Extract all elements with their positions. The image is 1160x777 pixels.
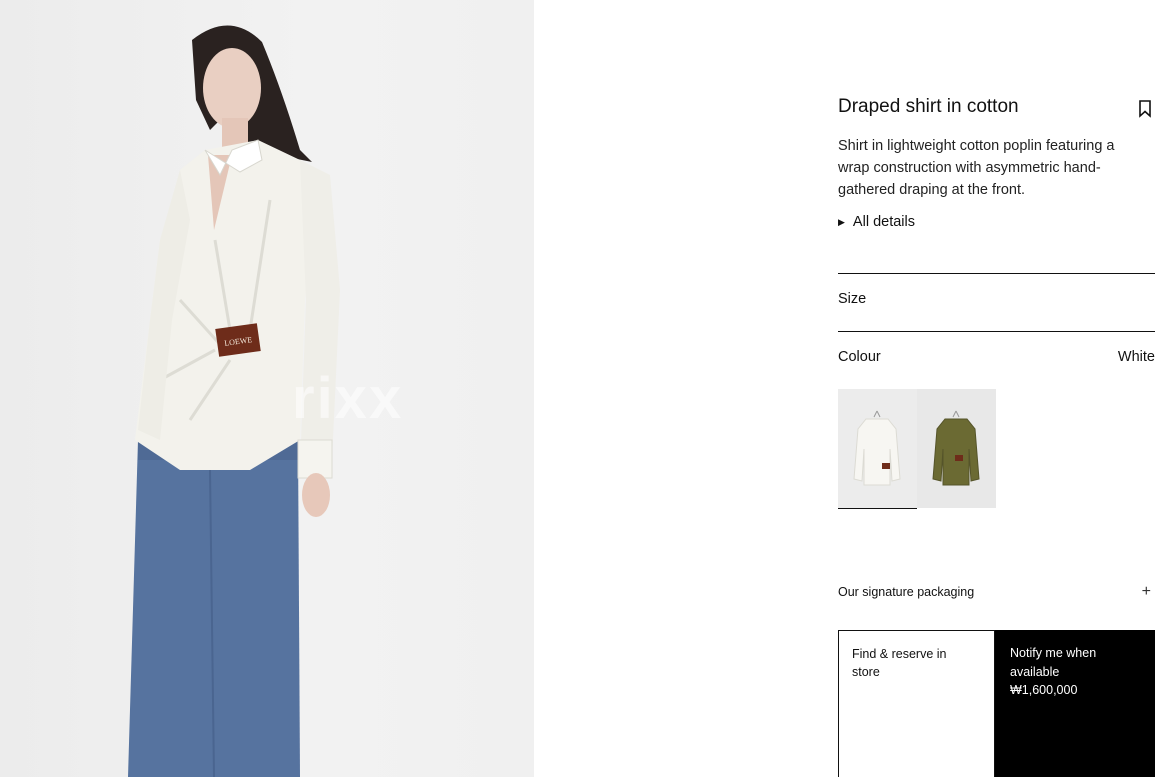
swatch-white[interactable] [838,389,917,509]
colour-selected-value: White [1117,349,1155,365]
notify-label: Notify me when available [1010,646,1097,679]
divider [838,331,1155,332]
divider [838,273,1155,274]
signature-packaging-toggle[interactable]: Our signature packaging + [838,583,1155,601]
size-selector[interactable]: Size [838,291,1155,307]
find-reserve-label: Find & reserve in store [852,647,947,679]
price: ₩1,600,000 [1010,683,1078,697]
olive-shirt-thumbnail [932,410,980,486]
find-reserve-button[interactable]: Find & reserve in store [838,630,995,777]
packaging-label: Our signature packaging [838,585,975,599]
all-details-label: All details [852,214,915,230]
product-image[interactable]: LOEWE rixx [0,0,534,777]
triangle-right-icon: ▶ [838,216,845,227]
white-shirt-thumbnail [853,410,901,486]
colour-swatches [838,389,996,509]
product-description: Shirt in lightweight cotton poplin featu… [838,138,1115,198]
watermark: rixx [292,366,404,431]
model-photo: LOEWE [128,25,340,777]
colour-row: Colour White [838,349,1155,365]
product-details: Draped shirt in cotton Shirt in lightwei… [838,0,1155,777]
plus-icon: + [1141,583,1151,600]
size-label: Size [838,291,867,307]
colour-label: Colour [838,349,881,365]
all-details-toggle[interactable]: ▶ All details [838,214,915,230]
brand-tag: LOEWE [215,323,261,357]
notify-me-button[interactable]: Notify me when available ₩1,600,000 [995,630,1155,777]
product-title: Draped shirt in cotton [838,96,1019,117]
bookmark-icon[interactable] [1138,100,1152,118]
swatch-olive[interactable] [917,389,996,508]
